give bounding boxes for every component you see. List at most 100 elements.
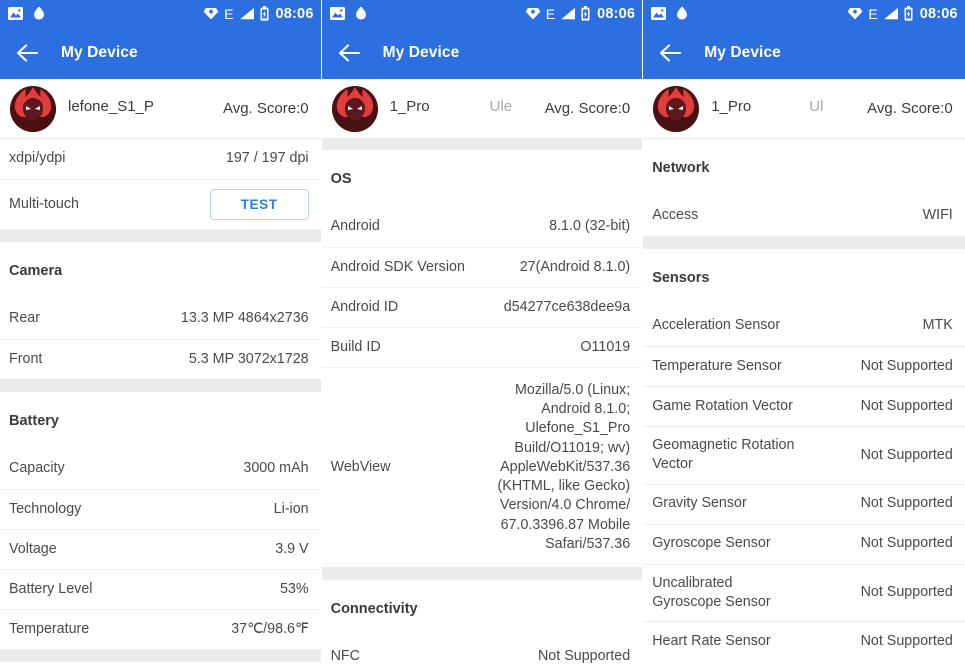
table-row[interactable]: Gravity Sensor Not Supported (643, 483, 965, 524)
table-row[interactable]: Technology Li-ion (0, 489, 321, 529)
row-value: 53% (279, 580, 309, 597)
row-key: Multi-touch (9, 195, 79, 212)
signal-icon (561, 7, 576, 20)
device-name-primary: 1_Pro (389, 97, 430, 115)
table-row[interactable]: Voltage 3.9 V (0, 529, 321, 569)
row-value: 3.9 V (275, 540, 309, 557)
table-row[interactable]: Temperature Sensor Not Supported (643, 346, 965, 386)
device-name-secondary: Ul (809, 97, 824, 115)
row-value: Not Supported (860, 357, 953, 374)
arrow-left-icon (16, 44, 38, 62)
table-row[interactable]: Front 5.3 MP 3072x1728 (0, 339, 321, 379)
row-key: Android SDK Version (330, 258, 465, 275)
back-button[interactable] (336, 40, 362, 66)
battery-icon (260, 6, 268, 21)
back-button[interactable] (657, 40, 683, 66)
gem-icon (203, 8, 219, 20)
row-value: WIFI (922, 207, 953, 224)
info-list-1[interactable]: xdpi/ydpi 197 / 197 dpi Multi-touch TEST… (0, 139, 321, 667)
row-value: Mozilla/5.0 (Linux; Android 8.1.0; Ulefo… (497, 381, 631, 553)
arrow-left-icon (338, 44, 360, 62)
table-row[interactable]: Game Rotation Vector Not Supported (643, 386, 965, 426)
table-row[interactable]: Build ID O11019 (321, 327, 643, 367)
row-key: Uncalibrated Gyroscope Sensor (652, 574, 771, 610)
antutu-logo-icon (331, 85, 378, 132)
droplet-icon (355, 6, 366, 20)
section-divider-band (0, 379, 321, 392)
row-key: Voltage (9, 540, 57, 557)
signal-icon (239, 7, 254, 20)
row-key: NFC (330, 648, 360, 665)
row-key: Battery Level (9, 580, 93, 597)
row-key: Gravity Sensor (652, 495, 747, 512)
row-value: 37℃/98.6℉ (231, 620, 309, 637)
row-key: xdpi/ydpi (9, 150, 66, 167)
phone-screen-2: E 08:06 My Device 1_Pro Ule Avg. Score:0… (321, 0, 644, 668)
clock-label: 08:06 (919, 5, 958, 22)
device-name-marquee: 1_Pro Ul (711, 96, 859, 122)
row-value: Not Supported (860, 535, 953, 552)
gem-icon (525, 8, 541, 20)
table-row[interactable]: Rear 13.3 MP 4864x2736 (0, 299, 321, 339)
droplet-icon (677, 6, 688, 20)
table-row[interactable]: Capacity 3000 mAh (0, 449, 321, 489)
row-value: Not Supported (860, 633, 953, 650)
info-list-2[interactable]: OS Android 8.1.0 (32-bit) Android SDK Ve… (321, 139, 643, 667)
table-row[interactable]: Gyroscope Sensor Not Supported (643, 523, 965, 564)
table-row[interactable]: Access WIFI (643, 196, 965, 236)
page-title: My Device (704, 44, 781, 61)
droplet-icon (34, 6, 44, 20)
multitouch-test-button[interactable]: TEST (209, 189, 309, 220)
table-row[interactable]: NFC Not Supported (321, 637, 643, 667)
gem-icon (847, 8, 863, 20)
row-key: Access (652, 207, 699, 224)
battery-icon (904, 6, 913, 21)
section-title-sensors: Sensors (643, 249, 965, 306)
status-bar-right-icons: E 08:06 (203, 6, 313, 22)
table-row[interactable]: Android ID d54277ce638dee9a (321, 287, 643, 327)
battery-icon (581, 6, 590, 21)
back-button[interactable] (14, 40, 40, 66)
image-icon (651, 7, 667, 20)
table-row[interactable]: Uncalibrated Gyroscope Sensor Not Suppor… (643, 563, 965, 622)
section-divider-band (0, 229, 321, 242)
row-value: 197 / 197 dpi (225, 150, 309, 167)
table-row[interactable]: Battery Level 53% (0, 569, 321, 609)
row-value: Not Supported (860, 397, 953, 414)
network-type-label: E (224, 5, 234, 22)
table-row[interactable]: Geomagnetic Rotation Vector Not Supporte… (643, 426, 965, 484)
clock-label: 08:06 (597, 5, 636, 22)
row-value: MTK (922, 317, 953, 334)
page-title: My Device (61, 44, 138, 61)
row-value: 27(Android 8.1.0) (519, 258, 631, 275)
table-row[interactable]: Android SDK Version 27(Android 8.1.0) (321, 247, 643, 287)
section-title-os: OS (321, 150, 643, 207)
avg-score-label: Avg. Score:0 (867, 100, 953, 117)
row-value: 13.3 MP 4864x2736 (180, 310, 309, 327)
status-bar-right-icons: E 08:06 (525, 6, 635, 22)
row-key: Temperature (9, 620, 90, 637)
row-key: Capacity (9, 460, 65, 477)
table-row[interactable]: Temperature 37℃/98.6℉ (0, 609, 321, 649)
table-row[interactable]: xdpi/ydpi 197 / 197 dpi (0, 139, 321, 179)
row-key: Temperature Sensor (652, 357, 782, 374)
table-row[interactable]: Android 8.1.0 (32-bit) (321, 207, 643, 247)
device-name-marquee: 1_Pro Ule (390, 96, 537, 122)
clock-label: 08:06 (275, 5, 314, 22)
image-icon (329, 7, 345, 20)
table-row[interactable]: Multi-touch TEST (0, 179, 321, 229)
row-value: Not Supported (860, 495, 953, 512)
device-header[interactable]: 1_Pro Ule Avg. Score:0 (321, 79, 643, 139)
device-header[interactable]: lefone_S1_P Avg. Score:0 (0, 79, 321, 139)
avg-score-label: Avg. Score:0 (544, 100, 631, 117)
table-row[interactable]: Heart Rate Sensor Not Supported (643, 621, 965, 662)
row-key: Front (9, 350, 43, 367)
table-row[interactable]: WebView Mozilla/5.0 (Linux; Android 8.1.… (321, 367, 643, 567)
device-header[interactable]: 1_Pro Ul Avg. Score:0 (643, 79, 965, 139)
status-bar: E 08:06 (643, 0, 965, 27)
table-row[interactable]: Acceleration Sensor MTK (643, 306, 965, 346)
network-type-label: E (868, 5, 878, 22)
row-key: Heart Rate Sensor (652, 633, 771, 650)
row-key: Android ID (330, 298, 399, 315)
info-list-3[interactable]: Network Access WIFI Sensors Acceleration… (643, 139, 965, 667)
